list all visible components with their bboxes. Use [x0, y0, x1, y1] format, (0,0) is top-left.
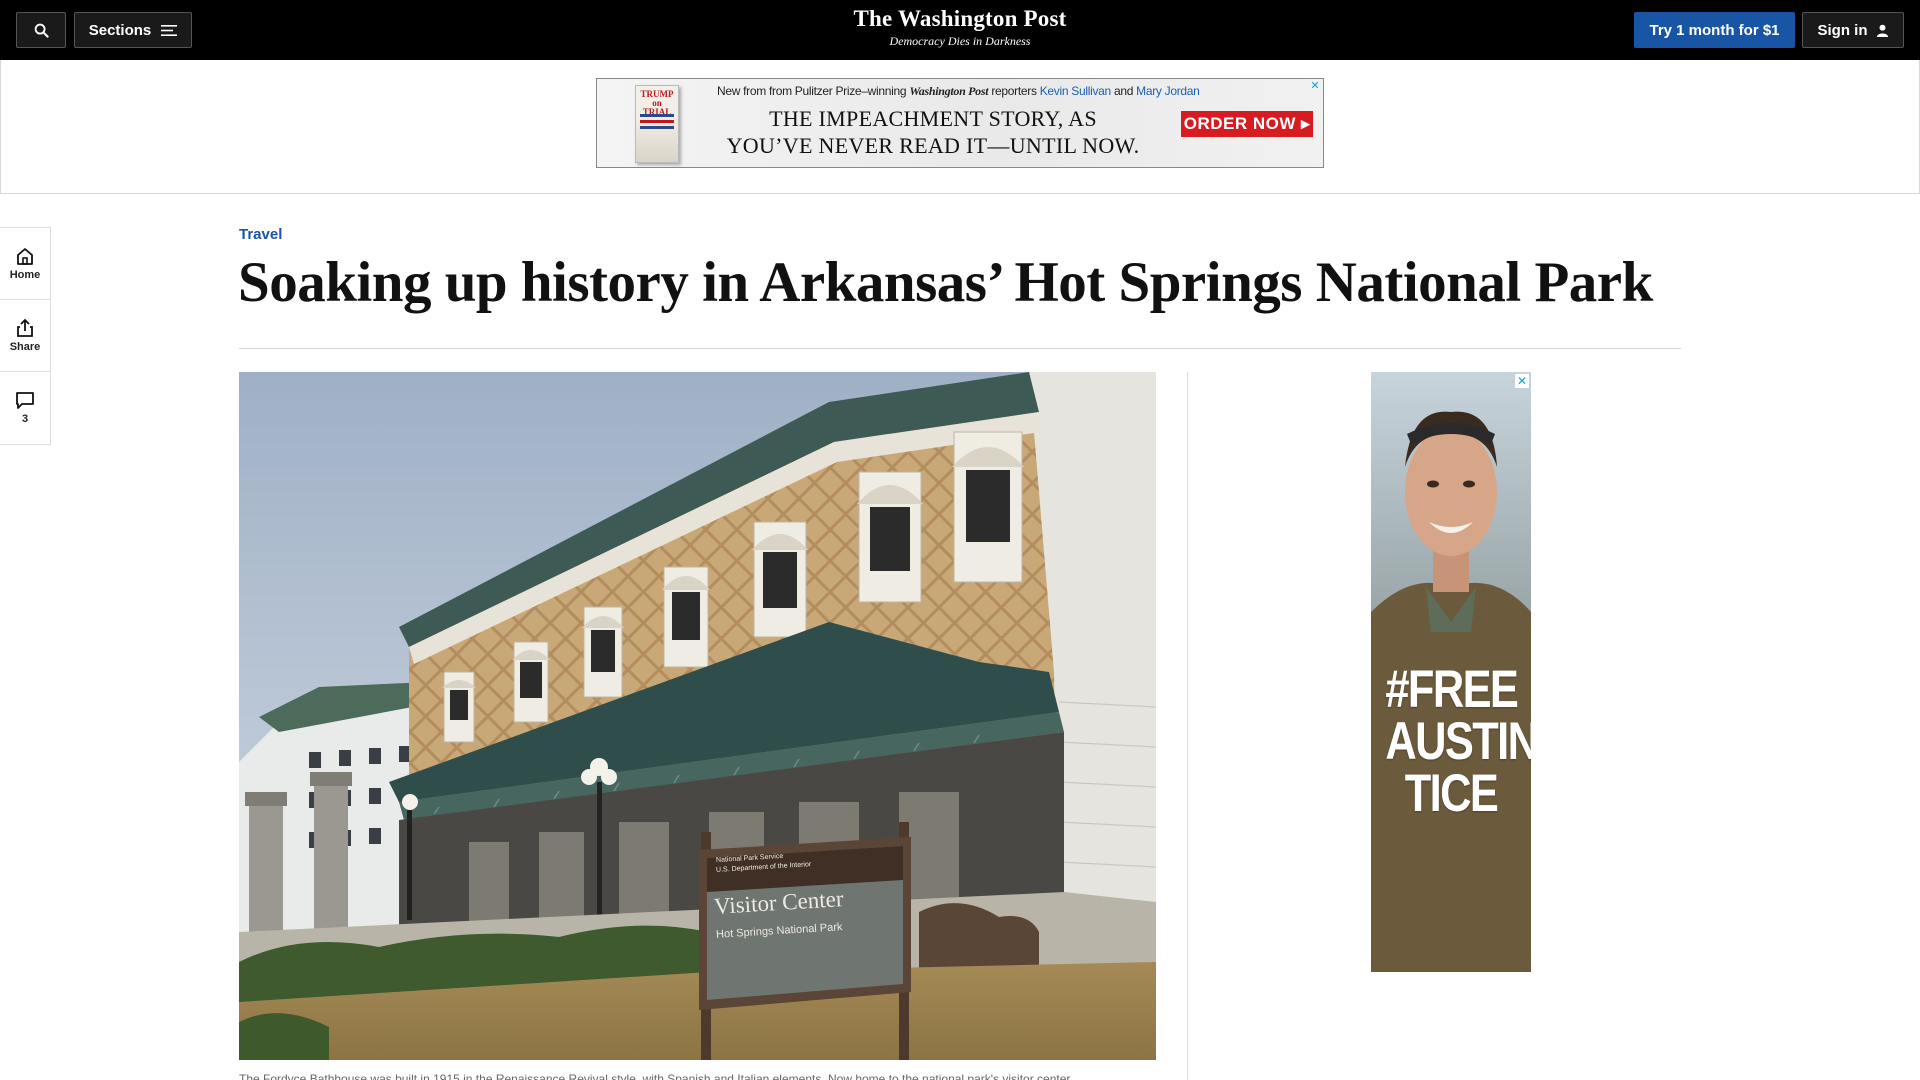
- rail-home-button[interactable]: Home: [0, 228, 50, 300]
- ad-topline-and: and: [1113, 84, 1134, 98]
- lead-photo[interactable]: [239, 372, 1156, 1060]
- user-icon: [1876, 24, 1888, 37]
- side-ad-text: #FREE AUSTIN TICE: [1385, 660, 1531, 823]
- sign-in-button[interactable]: Sign in: [1802, 12, 1904, 48]
- masthead: Sections The Washington Post Democracy D…: [0, 0, 1920, 60]
- side-ad[interactable]: ✕ #FREE AUSTIN TICE: [1371, 372, 1531, 972]
- side-ad-line-1: #FREE: [1385, 660, 1519, 719]
- side-ad-line-2: AUSTIN: [1385, 712, 1531, 771]
- ad-book-stripe: [640, 114, 674, 117]
- side-ad-line-3: TICE: [1404, 764, 1499, 823]
- ad-headline: THE IMPEACHMENT STORY, AS YOU’VE NEVER R…: [713, 105, 1153, 159]
- article-headline: Soaking up history in Arkansas’ Hot Spri…: [238, 251, 1653, 314]
- rail-home-label: Home: [9, 268, 41, 281]
- photo-caption: The Fordyce Bathhouse was built in 1915 …: [239, 1072, 1074, 1080]
- ad-headline-line-2: YOU’VE NEVER READ IT—UNTIL NOW.: [726, 133, 1140, 158]
- adchoices-close-icon[interactable]: ✕: [1309, 80, 1321, 92]
- left-rail: Home Share 3: [0, 227, 51, 445]
- rail-comments-count: 3: [21, 413, 29, 425]
- ad-topline: New from from Pulitzer Prize–winning Was…: [717, 84, 1200, 99]
- ad-book-title: TRUMP on TRIAL: [640, 89, 674, 117]
- rail-share-button[interactable]: Share: [0, 300, 50, 372]
- home-icon: [17, 247, 33, 265]
- logo-tagline: Democracy Dies in Darkness: [889, 34, 1031, 48]
- ad-topline-mid: reporters: [991, 84, 1037, 98]
- subscribe-button[interactable]: Try 1 month for $1: [1634, 12, 1795, 48]
- sign-in-label: Sign in: [1817, 21, 1868, 39]
- ad-author-2: Mary Jordan: [1136, 84, 1200, 98]
- article-kicker[interactable]: Travel: [239, 226, 282, 243]
- ad-topline-prefix: New from from Pulitzer Prize–winning: [717, 84, 907, 98]
- headline-divider: [239, 348, 1681, 349]
- logo-name: The Washington Post: [853, 6, 1067, 31]
- ad-book-cover: TRUMP on TRIAL: [635, 85, 679, 163]
- share-icon: [17, 318, 33, 337]
- ad-headline-line-1: THE IMPEACHMENT STORY, AS: [769, 106, 1097, 131]
- ad-topline-publication: Washington Post: [909, 84, 989, 98]
- column-divider: [1187, 372, 1188, 1080]
- rail-comments-button[interactable]: 3: [0, 372, 50, 444]
- ad-author-1: Kevin Sullivan: [1039, 84, 1111, 98]
- ad-order-now-button[interactable]: ORDER NOW ▸: [1181, 111, 1313, 137]
- bathhouse-photo-illustration: [239, 372, 1156, 1060]
- rail-share-label: Share: [9, 341, 41, 353]
- site-logo[interactable]: The Washington Post Democracy Dies in Da…: [0, 6, 1920, 49]
- side-ad-close-icon[interactable]: ✕: [1515, 374, 1529, 388]
- banner-ad[interactable]: TRUMP on TRIAL New from from Pulitzer Pr…: [596, 78, 1324, 168]
- ad-book-stripe: [640, 120, 674, 123]
- comment-icon: [16, 392, 34, 409]
- ad-book-stripe: [640, 126, 674, 129]
